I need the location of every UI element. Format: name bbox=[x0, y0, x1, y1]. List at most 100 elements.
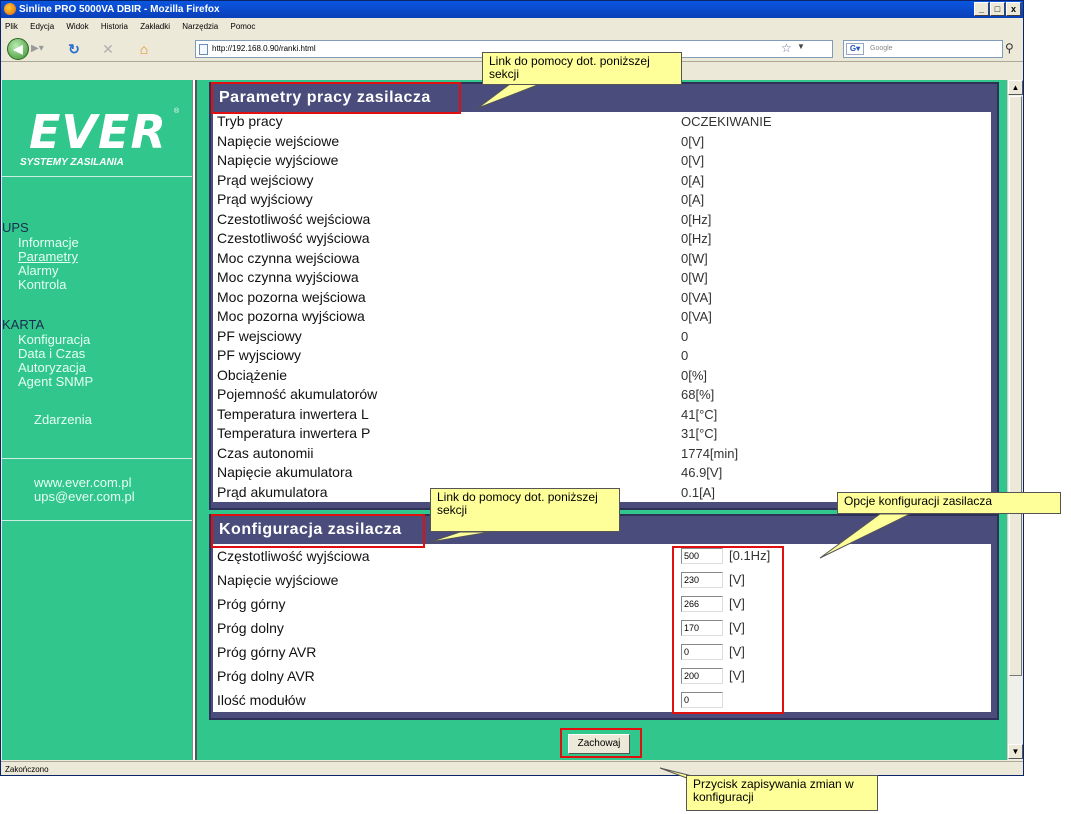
chevron-down-icon[interactable]: ▼ bbox=[797, 42, 805, 51]
home-icon[interactable]: ⌂ bbox=[135, 40, 153, 58]
param-value: 31[°C] bbox=[681, 426, 718, 441]
sidebar-item-kontrola[interactable]: Kontrola bbox=[18, 278, 66, 292]
frame-divider[interactable] bbox=[192, 80, 197, 760]
forward-arrow-icon[interactable]: ▶▾ bbox=[31, 42, 47, 56]
param-label: Moc pozorna wejściowa bbox=[217, 288, 366, 305]
params-panel: Parametry pracy zasilacza Tryb pracy OCZE… bbox=[209, 82, 999, 510]
scroll-down-icon[interactable]: ▼ bbox=[1008, 744, 1023, 759]
param-label: Pojemność akumulatorów bbox=[217, 386, 378, 402]
email-link[interactable]: ups@ever.com.pl bbox=[34, 490, 135, 504]
divider bbox=[2, 520, 192, 521]
param-label: PF wejsciowy bbox=[217, 327, 302, 344]
search-input[interactable]: G▾ Google bbox=[843, 40, 1003, 58]
registered-mark: ® bbox=[174, 108, 180, 115]
google-engine-icon[interactable]: G▾ bbox=[846, 43, 864, 55]
ever-logo: EVER bbox=[29, 105, 167, 159]
param-label: Prąd akumulatora bbox=[217, 483, 328, 500]
page-icon bbox=[199, 44, 208, 55]
config-row: Próg górny 266 [V] bbox=[213, 592, 991, 616]
param-value: 41[°C] bbox=[681, 406, 718, 422]
config-label: Próg górny bbox=[217, 596, 286, 612]
config-form: Częstotliwość wyjściowa 500 [0.1Hz] Napięci… bbox=[213, 544, 991, 712]
sidebar-item-agent-snmp[interactable]: Agent SNMP bbox=[18, 375, 93, 389]
table-row: Pojemność akumulatorów 68[%] bbox=[213, 385, 991, 405]
close-button[interactable]: x bbox=[1006, 2, 1021, 16]
param-value: 0[W] bbox=[681, 250, 708, 266]
menu-file[interactable]: Plik bbox=[5, 22, 18, 31]
sidebar: EVER ® SYSTEMY ZASILANIA UPS Informacje … bbox=[2, 80, 192, 760]
param-value: 0 bbox=[681, 348, 689, 363]
table-row: Moc pozorna wyjściowa 0[VA] bbox=[213, 307, 991, 327]
highlight-config-inputs bbox=[672, 546, 784, 714]
param-value: 0[VA] bbox=[681, 309, 712, 324]
param-value: 0[A] bbox=[681, 192, 705, 207]
sidebar-item-alarmy[interactable]: Alarmy bbox=[18, 264, 58, 278]
param-value: 0[Hz] bbox=[681, 211, 712, 227]
main-frame: Parametry pracy zasilacza Tryb pracy OCZE… bbox=[198, 80, 1007, 760]
menu-history[interactable]: Historia bbox=[101, 22, 128, 31]
param-value: OCZEKIWANIE bbox=[681, 114, 772, 129]
callout-help-params: Link do pomocy dot. poniższej sekcji bbox=[482, 52, 682, 85]
menu-bar: Plik Edycja Widok Historia Zakładki Narz… bbox=[1, 19, 1023, 34]
website-link[interactable]: www.ever.com.pl bbox=[34, 476, 132, 490]
reload-icon[interactable]: ↻ bbox=[65, 40, 83, 58]
window-title: Sinline PRO 5000VA DBIR - Mozilla Firefo… bbox=[19, 4, 220, 15]
maximize-button[interactable]: □ bbox=[990, 2, 1005, 16]
config-row: Ilość modułów 0 bbox=[213, 688, 991, 712]
table-row: PF wejsciowy 0 bbox=[213, 327, 991, 347]
table-row: Napięcie wejściowe 0[V] bbox=[213, 132, 991, 152]
status-text: Zakończono bbox=[5, 765, 49, 774]
sidebar-item-informacje[interactable]: Informacje bbox=[18, 236, 79, 250]
minimize-button[interactable]: _ bbox=[974, 2, 989, 16]
section-heading-karta: KARTA bbox=[2, 317, 45, 332]
table-row: Moc czynna wyjściowa 0[W] bbox=[213, 268, 991, 288]
back-arrow-icon[interactable]: ◀ bbox=[7, 38, 29, 60]
menu-help[interactable]: Pomoc bbox=[230, 22, 255, 31]
title-bar: Sinline PRO 5000VA DBIR - Mozilla Firefo… bbox=[1, 1, 1023, 18]
table-row: Czestotliwość wyjściowa 0[Hz] bbox=[213, 229, 991, 249]
config-label: Próg dolny bbox=[217, 620, 284, 636]
param-label: Czestotliwość wejściowa bbox=[217, 210, 371, 227]
sidebar-item-data-i-czas[interactable]: Data i Czas bbox=[18, 347, 85, 361]
param-label: PF wyjsciowy bbox=[217, 347, 302, 363]
sidebar-item-zdarzenia[interactable]: Zdarzenia bbox=[34, 413, 92, 427]
sidebar-item-konfiguracja[interactable]: Konfiguracja bbox=[18, 333, 90, 347]
stop-icon[interactable]: ✕ bbox=[99, 40, 117, 58]
status-bar: Zakończono bbox=[1, 761, 1023, 776]
config-label: Próg dolny AVR bbox=[217, 668, 315, 684]
menu-tools[interactable]: Narzędzia bbox=[182, 22, 218, 31]
table-row: Prąd wyjściowy 0[A] bbox=[213, 190, 991, 210]
menu-edit[interactable]: Edycja bbox=[30, 22, 54, 31]
search-icon[interactable]: ⚲ bbox=[1005, 41, 1014, 55]
config-row: Próg dolny 170 [V] bbox=[213, 616, 991, 640]
param-label: Prąd wejściowy bbox=[217, 171, 314, 188]
callout-help-config: Link do pomocy dot. poniższej sekcji bbox=[430, 488, 620, 532]
table-row: Temperatura inwertera P 31[°C] bbox=[213, 424, 991, 444]
config-label: Napięcie wyjściowe bbox=[217, 572, 339, 588]
param-value: 0[V] bbox=[681, 153, 705, 168]
param-value: 0[%] bbox=[681, 367, 708, 383]
param-label: Temperatura inwertera L bbox=[217, 405, 369, 422]
param-value: 68[%] bbox=[681, 387, 715, 402]
param-value: 0[W] bbox=[681, 270, 708, 285]
table-row: Temperatura inwertera L 41[°C] bbox=[213, 405, 991, 425]
scroll-up-icon[interactable]: ▲ bbox=[1008, 80, 1023, 95]
scrollbar-thumb[interactable] bbox=[1009, 96, 1022, 676]
table-row: Tryb pracy OCZEKIWANIE bbox=[213, 112, 991, 132]
highlight-save-button bbox=[560, 728, 642, 758]
sidebar-item-parametry[interactable]: Parametry bbox=[18, 250, 78, 264]
param-label: Moc pozorna wyjściowa bbox=[217, 308, 365, 324]
url-text: http://192.168.0.90/ranki.html bbox=[212, 44, 316, 53]
vertical-scrollbar[interactable]: ▲ ▼ bbox=[1007, 80, 1023, 760]
sidebar-item-autoryzacja[interactable]: Autoryzacja bbox=[18, 361, 86, 375]
param-label: Prąd wyjściowy bbox=[217, 191, 313, 207]
param-value: 0 bbox=[681, 328, 689, 344]
firefox-icon bbox=[4, 3, 16, 15]
page-content: EVER ® SYSTEMY ZASILANIA UPS Informacje … bbox=[2, 80, 1007, 760]
param-label: Napięcie wyjściowe bbox=[217, 152, 339, 168]
bookmark-star-icon[interactable]: ☆ bbox=[781, 41, 792, 55]
menu-bookmarks[interactable]: Zakładki bbox=[140, 22, 170, 31]
config-row: Próg górny AVR 0 [V] bbox=[213, 640, 991, 664]
menu-view[interactable]: Widok bbox=[66, 22, 88, 31]
table-row: Obciążenie 0[%] bbox=[213, 366, 991, 386]
